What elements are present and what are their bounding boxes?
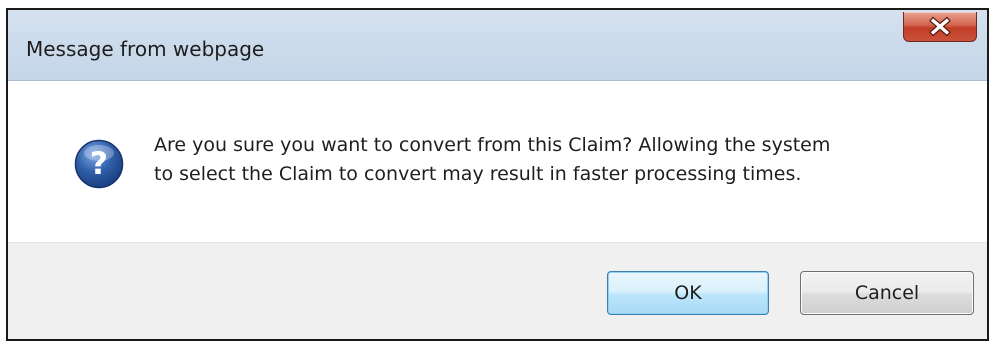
dialog-button-bar: OK Cancel [8,242,987,339]
message-line-1: Are you sure you want to convert from th… [154,134,831,156]
ok-button[interactable]: OK [607,271,769,315]
close-x-icon [929,16,951,37]
message-line-2: to select the Claim to convert may resul… [154,163,802,185]
dialog-titlebar[interactable]: Message from webpage [8,10,987,81]
close-button[interactable] [903,12,977,42]
dialog-message: Are you sure you want to convert from th… [154,131,954,189]
message-dialog: Message from webpage ? Are you sure you … [6,8,989,341]
svg-text:?: ? [90,146,108,182]
dialog-content: ? Are you sure you want to convert from … [8,81,987,242]
question-icon: ? [74,139,124,189]
cancel-button[interactable]: Cancel [800,271,974,315]
dialog-title: Message from webpage [26,37,265,61]
